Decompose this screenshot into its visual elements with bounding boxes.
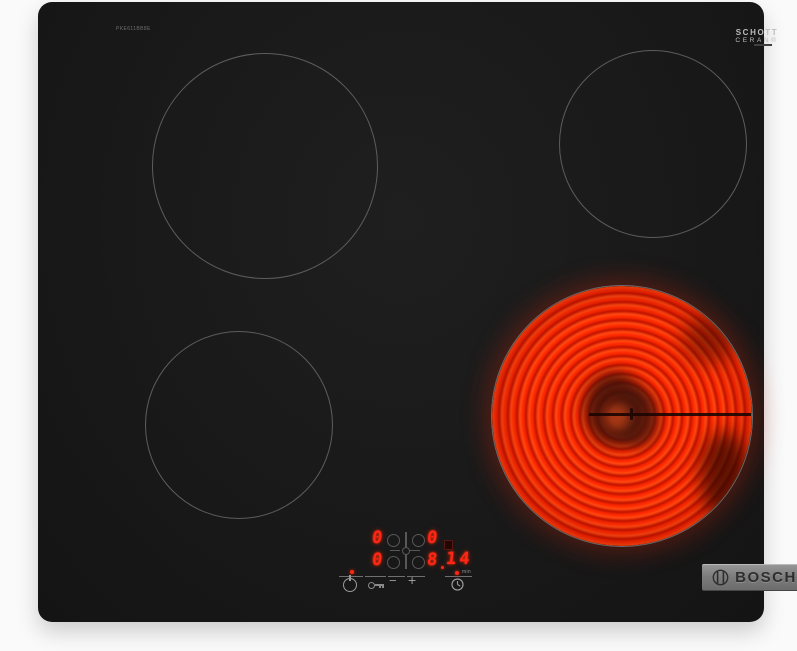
display-divider: [405, 554, 407, 569]
zone-position-mark: [412, 534, 425, 547]
timer-active-led: [455, 571, 459, 575]
zone-display-front-left: 0: [371, 552, 383, 569]
zone-position-mark: [412, 556, 425, 569]
timer-button[interactable]: [451, 578, 464, 596]
schott-ceran-fineprint: [754, 44, 772, 46]
minus-button[interactable]: −: [389, 574, 397, 587]
touch-field-line: [445, 576, 472, 577]
burner-front-right-active: [491, 285, 753, 547]
bosch-anchor-icon: [712, 569, 729, 586]
thermostat-probe-tick: [630, 408, 633, 420]
zone-display-rear-right: 0: [426, 530, 438, 547]
schott-ceran-logo: SCHOTT CERAN®: [726, 28, 788, 45]
active-zone-dot: [441, 566, 444, 569]
coil-edge-dark-patch: [700, 431, 750, 521]
zone-display-rear-left: 0: [371, 530, 383, 547]
zone-position-mark: [387, 556, 400, 569]
schott-ceran-line1: SCHOTT: [726, 28, 788, 37]
product-photo-stage: PKE611BB8E SCHOTT CERAN® 0 0: [0, 0, 797, 651]
clock-icon: [451, 578, 464, 591]
display-node-line: [390, 550, 400, 551]
power-on-led: [350, 570, 354, 574]
power-icon: [349, 575, 351, 581]
cooktop-glass-panel: PKE611BB8E SCHOTT CERAN® 0 0: [38, 2, 764, 622]
display-divider: [405, 532, 407, 547]
key-lock-icon: [379, 586, 381, 589]
model-number: PKE611BB8E: [116, 26, 151, 32]
coil-center-highlight: [604, 404, 630, 430]
key-lock-icon: [368, 582, 375, 589]
timer-unit-label: min: [462, 569, 471, 575]
coil-edge-dark-patch: [682, 314, 737, 364]
zone-position-mark: [387, 534, 400, 547]
zone-display-front-right: 8: [426, 552, 438, 569]
bosch-logo-text: BOSCH: [735, 569, 797, 586]
timer-display: 14: [445, 551, 473, 568]
burner-rear-left: [152, 53, 378, 279]
touch-field-line: [365, 576, 386, 577]
plus-button[interactable]: +: [408, 573, 416, 587]
touch-field-line: [339, 576, 363, 577]
thermostat-probe-bar: [589, 413, 751, 416]
display-node-line: [410, 550, 420, 551]
burner-rear-right: [559, 50, 747, 238]
bosch-logo-badge: BOSCH: [702, 564, 797, 591]
key-lock-icon: [382, 586, 384, 589]
burner-front-left: [145, 331, 333, 519]
